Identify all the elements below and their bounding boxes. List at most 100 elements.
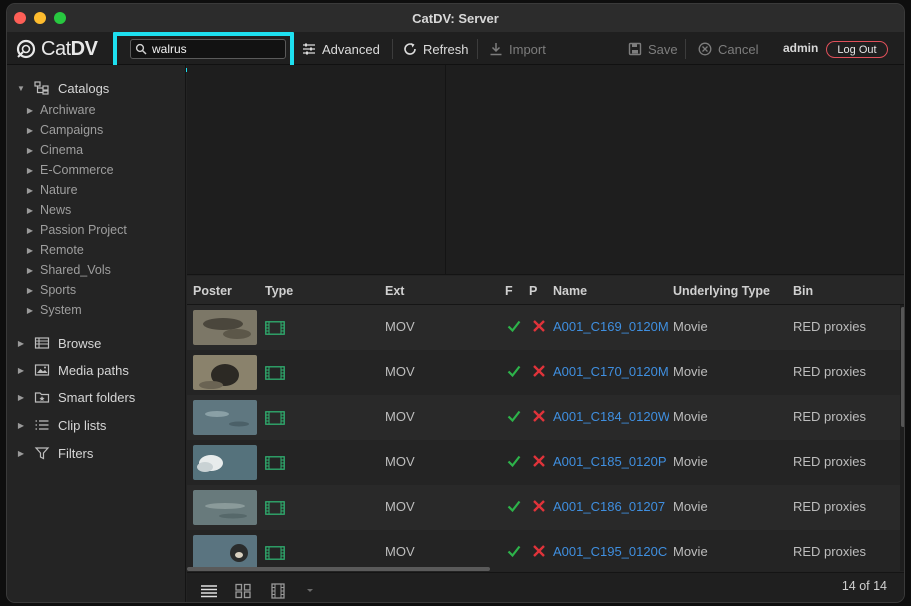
cross-icon [533,545,545,557]
cancel-button[interactable]: Cancel [698,40,758,58]
catdv-logo: CatDV [15,37,98,61]
refresh-button[interactable]: Refresh [403,40,469,58]
bin-cell: RED proxies [793,454,866,469]
logo-text-dv: DV [70,37,98,60]
table-row[interactable]: MOV A001_C186_01207 Movie RED proxies [187,485,900,530]
sidebar-item-label: Archiware [40,103,96,117]
sidebar-item-e-commerce[interactable]: ▶ E-Commerce [25,160,114,180]
minimize-window-button[interactable] [34,12,46,24]
import-button[interactable]: Import [489,40,546,58]
poster-thumbnail[interactable] [193,400,257,435]
chevron-down-icon[interactable] [305,583,315,599]
caret-right-icon[interactable]: ▶ [25,226,35,235]
close-window-button[interactable] [14,12,26,24]
refresh-icon [404,43,416,55]
caret-right-icon[interactable]: ▶ [25,286,35,295]
sidebar-item-label: Shared_Vols [40,263,111,277]
vertical-scrollbar[interactable] [900,305,904,571]
caret-right-icon[interactable]: ▶ [16,339,26,348]
poster-thumbnail[interactable] [193,490,257,525]
clip-name-link[interactable]: A001_C185_0120P [553,454,669,469]
logout-button[interactable]: Log Out [826,41,888,58]
sidebar-item-campaigns[interactable]: ▶ Campaigns [25,120,103,140]
table-row[interactable]: MOV A001_C195_0120C Movie RED proxies [187,530,900,571]
sidebar-catalogs-header[interactable]: ▼ Catalogs [16,78,109,98]
check-icon [507,545,521,558]
check-icon [507,455,521,468]
maximize-window-button[interactable] [54,12,66,24]
sidebar-item-news[interactable]: ▶ News [25,200,71,220]
sidebar-item-browse[interactable]: ▶ Browse [16,333,101,353]
vertical-scroll-thumb[interactable] [901,307,904,427]
grid-view-icon[interactable] [234,583,252,599]
clip-name-link[interactable]: A001_C170_0120M [553,364,669,379]
caret-right-icon[interactable]: ▶ [16,449,26,458]
save-icon [628,42,642,56]
import-label: Import [509,41,546,57]
caret-right-icon[interactable]: ▶ [25,206,35,215]
column-header-underlying-type[interactable]: Underlying Type [673,284,770,298]
column-header-f[interactable]: F [505,284,513,298]
list-view-icon[interactable] [200,583,218,599]
caret-right-icon[interactable]: ▶ [25,126,35,135]
clip-name-link[interactable]: A001_C186_01207 [553,499,669,514]
window-controls [14,12,66,24]
sidebar-item-cinema[interactable]: ▶ Cinema [25,140,83,160]
caret-right-icon[interactable]: ▶ [25,266,35,275]
column-header-ext[interactable]: Ext [385,284,404,298]
filmstrip-view-icon[interactable] [269,583,287,599]
toolbar-separator [392,39,393,59]
caret-right-icon[interactable]: ▶ [25,106,35,115]
clip-name-link[interactable]: A001_C195_0120C [553,544,669,559]
column-header-p[interactable]: P [529,284,537,298]
sidebar-item-nature[interactable]: ▶ Nature [25,180,78,200]
caret-down-icon[interactable]: ▼ [16,84,26,93]
table-row[interactable]: MOV A001_C185_0120P Movie RED proxies [187,440,900,485]
horizontal-scrollbar[interactable] [187,567,490,571]
preview-divider[interactable] [445,65,446,275]
sidebar-item-clip-lists[interactable]: ▶ Clip lists [16,415,106,435]
table-header: Poster Type Ext F P Name Underlying Type… [187,276,904,305]
advanced-button[interactable]: Advanced [302,40,380,58]
column-header-bin[interactable]: Bin [793,284,813,298]
caret-right-icon[interactable]: ▶ [16,421,26,430]
sidebar-item-remote[interactable]: ▶ Remote [25,240,84,260]
caret-right-icon[interactable]: ▶ [25,146,35,155]
save-button[interactable]: Save [628,40,678,58]
bin-cell: RED proxies [793,409,866,424]
poster-thumbnail[interactable] [193,445,257,480]
caret-right-icon[interactable]: ▶ [25,306,35,315]
ext-cell: MOV [385,544,415,559]
sidebar-item-shared-vols[interactable]: ▶ Shared_Vols [25,260,111,280]
sidebar-item-sports[interactable]: ▶ Sports [25,280,76,300]
sidebar-item-archiware[interactable]: ▶ Archiware [25,100,96,120]
poster-thumbnail[interactable] [193,310,257,345]
poster-thumbnail[interactable] [193,535,257,570]
column-header-poster[interactable]: Poster [193,284,232,298]
search-input[interactable] [152,42,277,56]
underlying-type-cell: Movie [673,319,708,334]
caret-right-icon[interactable]: ▶ [16,393,26,402]
sidebar-item-smart-folders[interactable]: ▶ Smart folders [16,387,135,407]
sidebar-item-passion-project[interactable]: ▶ Passion Project [25,220,127,240]
caret-right-icon[interactable]: ▶ [25,246,35,255]
caret-right-icon[interactable]: ▶ [16,366,26,375]
table-row[interactable]: MOV A001_C169_0120M Movie RED proxies [187,305,900,350]
sidebar-item-filters[interactable]: ▶ Filters [16,443,93,463]
check-icon [507,320,521,333]
underlying-type-cell: Movie [673,454,708,469]
column-header-name[interactable]: Name [553,284,587,298]
poster-thumbnail[interactable] [193,355,257,390]
clip-name-link[interactable]: A001_C184_0120W [553,409,669,424]
clip-name-link[interactable]: A001_C169_0120M [553,319,669,334]
sidebar-item-label: Filters [58,445,94,461]
sidebar-item-media-paths[interactable]: ▶ Media paths [16,360,129,380]
caret-right-icon[interactable]: ▶ [25,186,35,195]
movie-film-icon [265,366,285,380]
table-row[interactable]: MOV A001_C184_0120W Movie RED proxies [187,395,900,440]
search-field[interactable] [130,39,286,59]
caret-right-icon[interactable]: ▶ [25,166,35,175]
sidebar-item-system[interactable]: ▶ System [25,300,82,320]
column-header-type[interactable]: Type [265,284,293,298]
table-row[interactable]: MOV A001_C170_0120M Movie RED proxies [187,350,900,395]
